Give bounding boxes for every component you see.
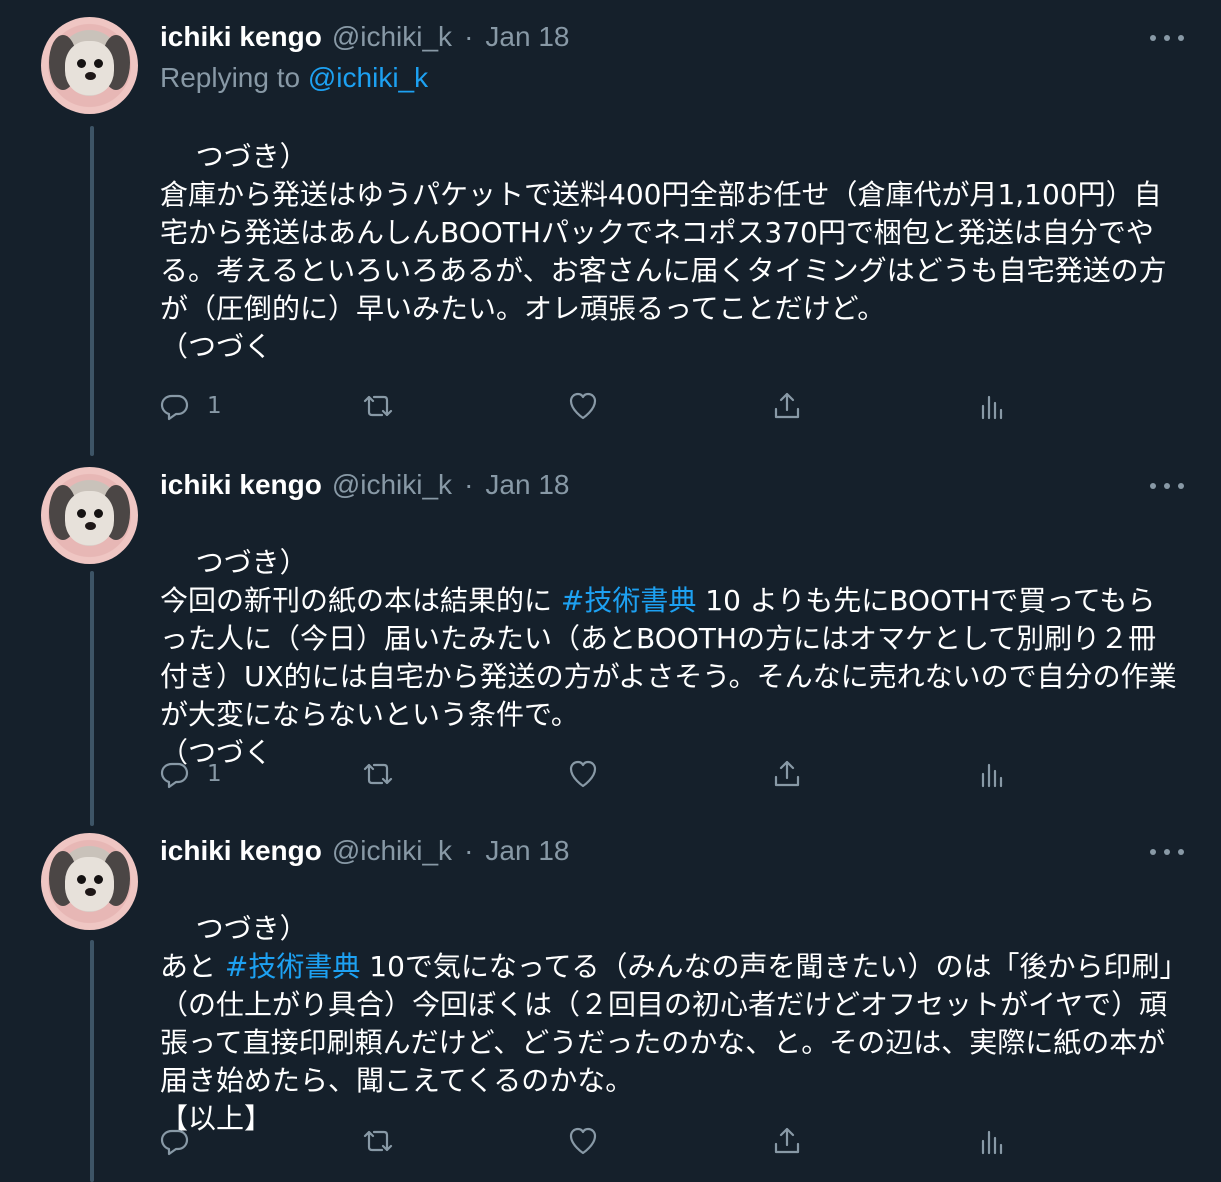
tweet-actions <box>159 1123 1009 1159</box>
share-button[interactable] <box>771 388 803 424</box>
separator-dot: · <box>464 21 474 52</box>
share-icon <box>774 392 800 419</box>
retweet-icon <box>363 763 393 785</box>
hashtag-link[interactable]: #技術書典 <box>225 950 360 983</box>
more-options-icon[interactable] <box>1150 475 1184 497</box>
avatar-face <box>65 41 114 95</box>
display-name[interactable]: ichiki kengo <box>160 21 322 53</box>
handle[interactable]: @ichiki_k <box>332 835 452 867</box>
tweet-header: ichiki kengo @ichiki_k · Jan 18 <box>160 467 569 503</box>
more-dot <box>1164 483 1170 489</box>
avatar-face <box>65 491 114 545</box>
separator-dot: · <box>464 469 474 500</box>
avatar-face <box>65 857 114 911</box>
reply-count: 1 <box>207 393 222 419</box>
share-icon <box>774 1127 800 1154</box>
like-icon <box>569 392 597 420</box>
replying-to: Replying to @ichiki_k <box>160 62 428 94</box>
more-dot <box>1150 35 1156 41</box>
reply-button[interactable]: 1 <box>159 388 222 424</box>
analytics-button[interactable] <box>975 756 1007 792</box>
replying-to-label: Replying to <box>160 62 308 93</box>
retweet-button[interactable] <box>362 1123 394 1159</box>
display-name[interactable]: ichiki kengo <box>160 469 322 501</box>
tweet-actions: 1 <box>159 388 1009 424</box>
avatar[interactable] <box>41 467 138 564</box>
tweet-text: つづき） 倉庫から発送はゆうパケットで送料400円全部お任せ（倉庫代が月1,10… <box>160 100 1180 404</box>
separator-dot: · <box>464 835 474 866</box>
share-button[interactable] <box>771 1123 803 1159</box>
handle[interactable]: @ichiki_k <box>332 469 452 501</box>
analytics-button[interactable] <box>975 388 1007 424</box>
analytics-icon <box>981 763 1003 788</box>
share-button[interactable] <box>771 756 803 792</box>
tweet-date[interactable]: Jan 18 <box>485 21 569 53</box>
tweet-3[interactable]: ichiki kengo @ichiki_k · Jan 18 つづき） あと … <box>0 815 1221 1182</box>
avatar[interactable] <box>41 833 138 930</box>
like-icon <box>569 1127 597 1155</box>
avatar-nose <box>85 72 96 80</box>
reply-button[interactable] <box>159 1123 207 1159</box>
reply-icon <box>160 394 189 421</box>
like-icon <box>569 760 597 788</box>
tweet-text-content: つづき） 倉庫から発送はゆうパケットで送料400円全部お任せ（倉庫代が月1,10… <box>160 140 1167 363</box>
reply-count: 1 <box>207 761 222 787</box>
retweet-button[interactable] <box>362 756 394 792</box>
like-button[interactable] <box>567 756 599 792</box>
avatar-right-eye <box>94 875 103 884</box>
reply-button[interactable]: 1 <box>159 756 222 792</box>
tweet-2[interactable]: ichiki kengo @ichiki_k · Jan 18 つづき） 今回の… <box>0 450 1221 815</box>
retweet-icon <box>363 1130 393 1152</box>
like-button[interactable] <box>567 1123 599 1159</box>
more-dot <box>1178 849 1184 855</box>
tweet-text-part: つづき） 今回の新刊の紙の本は結果的に <box>160 546 553 617</box>
more-dot <box>1178 483 1184 489</box>
more-options-icon[interactable] <box>1150 27 1184 49</box>
avatar-nose <box>85 888 96 896</box>
tweet-header: ichiki kengo @ichiki_k · Jan 18 <box>160 19 569 55</box>
share-icon <box>774 760 800 787</box>
handle[interactable]: @ichiki_k <box>332 21 452 53</box>
avatar-right-eye <box>94 509 103 518</box>
analytics-button[interactable] <box>975 1123 1007 1159</box>
analytics-icon <box>981 395 1003 420</box>
more-dot <box>1150 483 1156 489</box>
avatar-left-eye <box>77 875 86 884</box>
more-dot <box>1164 849 1170 855</box>
analytics-icon <box>981 1130 1003 1155</box>
tweet-actions: 1 <box>159 756 1009 792</box>
tweet-date[interactable]: Jan 18 <box>485 469 569 501</box>
retweet-button[interactable] <box>362 388 394 424</box>
reply-icon <box>160 762 189 789</box>
tweet-date[interactable]: Jan 18 <box>485 835 569 867</box>
hashtag-link[interactable]: #技術書典 <box>561 584 696 617</box>
retweet-icon <box>363 395 393 417</box>
reply-icon <box>160 1129 189 1156</box>
avatar-left-eye <box>77 509 86 518</box>
avatar-right-eye <box>94 59 103 68</box>
more-dot <box>1164 35 1170 41</box>
like-button[interactable] <box>567 388 599 424</box>
avatar[interactable] <box>41 17 138 114</box>
avatar-left-eye <box>77 59 86 68</box>
tweet-header: ichiki kengo @ichiki_k · Jan 18 <box>160 833 569 869</box>
more-dot <box>1150 849 1156 855</box>
tweet-1[interactable]: ichiki kengo @ichiki_k · Jan 18 Replying… <box>0 0 1221 450</box>
avatar-nose <box>85 522 96 530</box>
more-dot <box>1178 35 1184 41</box>
replying-to-handle-link[interactable]: @ichiki_k <box>308 62 428 93</box>
display-name[interactable]: ichiki kengo <box>160 835 322 867</box>
more-options-icon[interactable] <box>1150 841 1184 863</box>
